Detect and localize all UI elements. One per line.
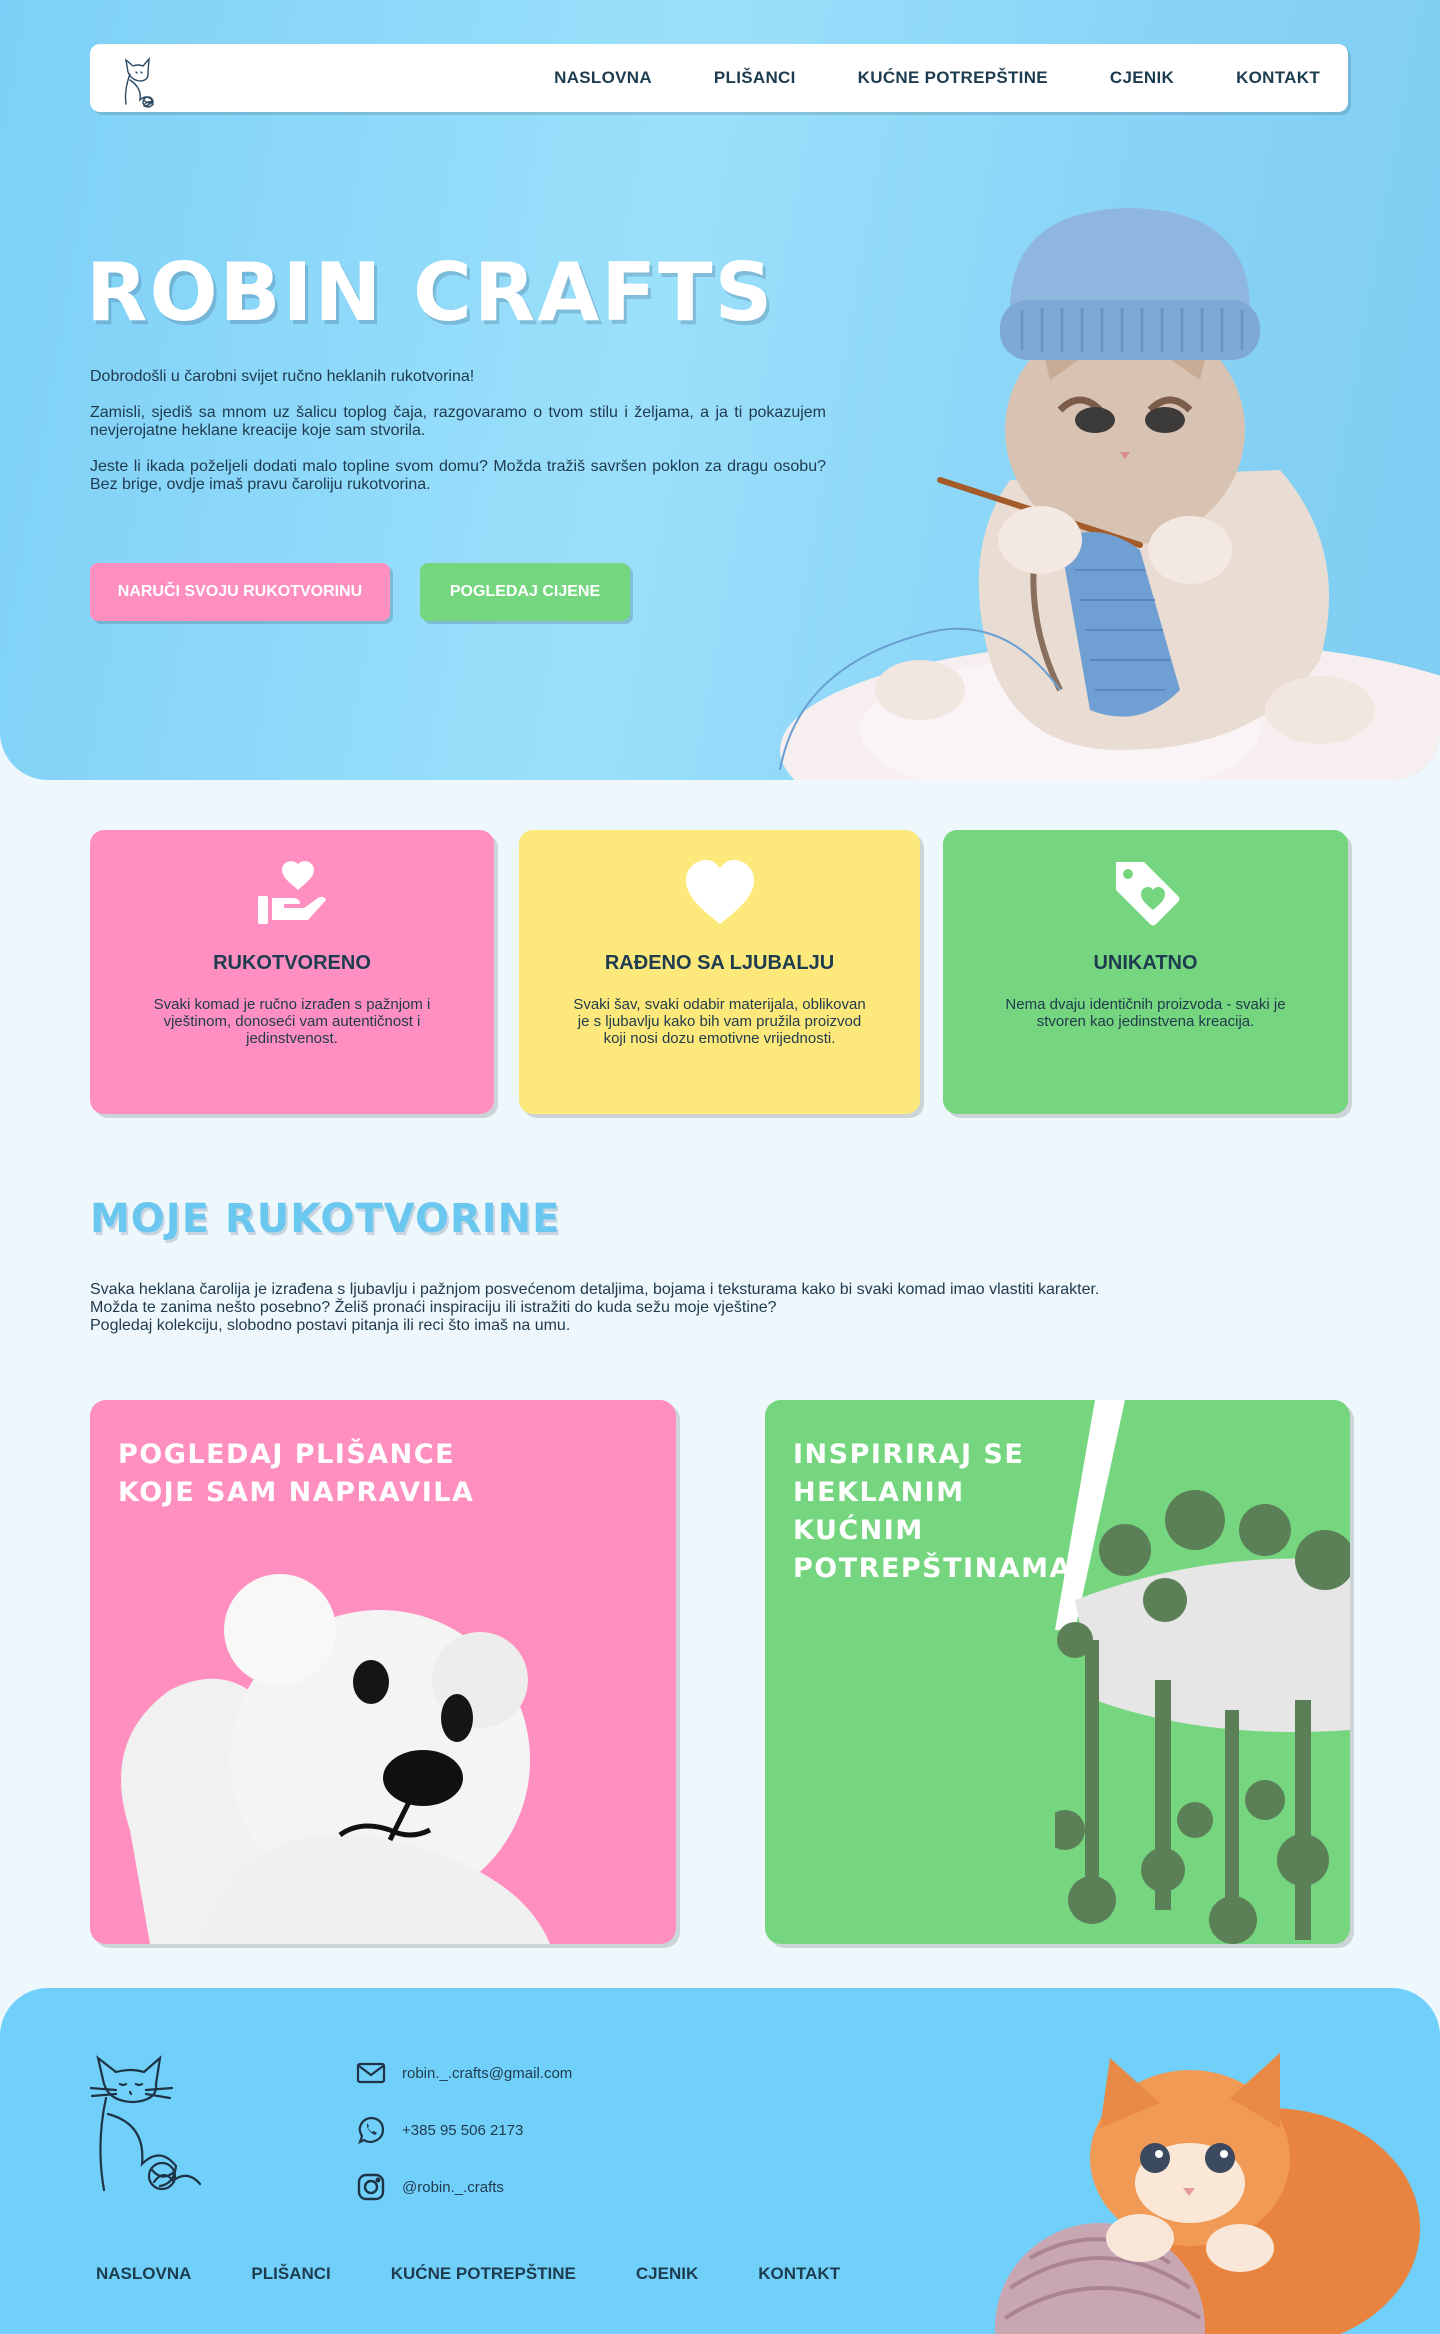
tile-title: INSPIRIRAJ SE HEKLANIM KUĆNIM POTREPŠTIN… xyxy=(793,1436,1072,1588)
hand-heart-icon xyxy=(258,861,326,924)
cat-logo-icon[interactable] xyxy=(90,2054,230,2194)
phone-contact[interactable]: +385 95 506 2173 xyxy=(356,2115,523,2145)
plush-category-tile[interactable]: POGLEDAJ PLIŠANCE KOJE SAM NAPRAVILA xyxy=(90,1400,676,1944)
email-contact[interactable]: robin._.crafts@gmail.com xyxy=(356,2058,572,2088)
instagram-handle[interactable]: @robin._.crafts xyxy=(402,2179,504,2196)
feature-text: Nema dvaju identičnih proizvoda - svaki … xyxy=(1005,996,1286,1030)
site-footer: robin._.crafts@gmail.com +385 95 506 217… xyxy=(0,1988,1440,2334)
order-craft-button[interactable]: NARUČI SVOJU RUKOTVORINU xyxy=(90,563,390,621)
main-nav: NASLOVNA PLIŠANCI KUĆNE POTREPŠTINE CJEN… xyxy=(554,44,1320,112)
mail-icon xyxy=(356,2062,386,2084)
home-goods-category-tile[interactable]: INSPIRIRAJ SE HEKLANIM KUĆNIM POTREPŠTIN… xyxy=(765,1400,1350,1944)
feature-title: RUKOTVORENO xyxy=(213,952,371,974)
footer-nav: NASLOVNA PLIŠANCI KUĆNE POTREPŠTINE CJEN… xyxy=(96,2264,840,2284)
tile-title-line: POGLEDAJ PLIŠANCE xyxy=(118,1439,456,1470)
crochet-plant-hanger-image xyxy=(1055,1400,1350,1944)
price-tag-heart-icon xyxy=(1115,862,1179,926)
nav-link-plush[interactable]: PLIŠANCI xyxy=(714,68,796,88)
heart-icon xyxy=(685,860,754,924)
crafts-intro-line: Pogledaj kolekciju, slobodno postavi pit… xyxy=(90,1317,571,1334)
knitting-kitten-image xyxy=(779,208,1440,780)
tile-title-line: HEKLANIM xyxy=(793,1477,965,1508)
phone-number[interactable]: +385 95 506 2173 xyxy=(402,2122,523,2139)
hero-paragraph: Dobrodošli u čarobni svijet ručno heklan… xyxy=(90,368,475,385)
feature-card-love: RAĐENO SA LJUBALJU Svaki šav, svaki odab… xyxy=(519,830,920,1114)
feature-text: Svaki komad je ručno izrađen s pažnjom i… xyxy=(153,996,431,1047)
footer-link-plush[interactable]: PLIŠANCI xyxy=(251,2264,330,2284)
view-prices-button[interactable]: POGLEDAJ CIJENE xyxy=(420,563,630,621)
nav-link-contact[interactable]: KONTAKT xyxy=(1236,68,1320,88)
crafts-section-title: MOJE RUKOTVORINE xyxy=(90,1196,561,1242)
nav-link-home-goods[interactable]: KUĆNE POTREPŠTINE xyxy=(858,68,1048,88)
tile-title-line: KUĆNIM xyxy=(793,1515,924,1546)
feature-card-handmade: RUKOTVORENO Svaki komad je ručno izrađen… xyxy=(90,830,494,1114)
footer-link-contact[interactable]: KONTAKT xyxy=(758,2264,840,2284)
crochet-bear-image xyxy=(121,1574,550,1944)
feature-title: UNIKATNO xyxy=(1093,952,1198,974)
cat-logo-icon[interactable] xyxy=(116,50,166,108)
crafts-intro-line: Možda te zanima nešto posebno? Želiš pro… xyxy=(90,1299,777,1316)
email-address[interactable]: robin._.crafts@gmail.com xyxy=(402,2065,572,2082)
hero-paragraph: Jeste li ikada poželjeli dodati malo top… xyxy=(90,458,826,493)
crafts-intro-line: Svaka heklana čarolija je izrađena s lju… xyxy=(90,1281,1100,1298)
hero-section: NASLOVNA PLIŠANCI KUĆNE POTREPŠTINE CJEN… xyxy=(0,0,1440,780)
feature-text: Svaki šav, svaki odabir materijala, obli… xyxy=(573,996,866,1047)
crafts-intro: Svaka heklana čarolija je izrađena s lju… xyxy=(90,1281,1099,1335)
tile-title-line: INSPIRIRAJ SE xyxy=(793,1439,1025,1470)
instagram-contact[interactable]: @robin._.crafts xyxy=(356,2172,504,2202)
hero-paragraph: Zamisli, sjediš sa mnom uz šalicu toplog… xyxy=(90,404,826,439)
footer-link-home-goods[interactable]: KUĆNE POTREPŠTINE xyxy=(391,2264,576,2284)
top-navbar: NASLOVNA PLIŠANCI KUĆNE POTREPŠTINE CJEN… xyxy=(90,44,1348,112)
footer-link-home[interactable]: NASLOVNA xyxy=(96,2264,191,2284)
kitten-yarn-image xyxy=(995,2053,1420,2334)
hero-title: ROBIN CRAFTS xyxy=(86,246,775,339)
hero-intro: Dobrodošli u čarobni svijet ručno heklan… xyxy=(90,368,826,512)
tile-title-line: KOJE SAM NAPRAVILA xyxy=(118,1477,475,1508)
whatsapp-icon xyxy=(358,2116,385,2145)
nav-link-prices[interactable]: CJENIK xyxy=(1110,68,1174,88)
feature-card-unique: UNIKATNO Nema dvaju identičnih proizvoda… xyxy=(943,830,1348,1114)
nav-link-home[interactable]: NASLOVNA xyxy=(554,68,652,88)
tile-title-line: POTREPŠTINAMA xyxy=(793,1553,1072,1584)
instagram-icon xyxy=(357,2173,385,2201)
feature-title: RAĐENO SA LJUBALJU xyxy=(604,952,835,974)
footer-link-prices[interactable]: CJENIK xyxy=(636,2264,698,2284)
tile-title: POGLEDAJ PLIŠANCE KOJE SAM NAPRAVILA xyxy=(118,1436,474,1512)
